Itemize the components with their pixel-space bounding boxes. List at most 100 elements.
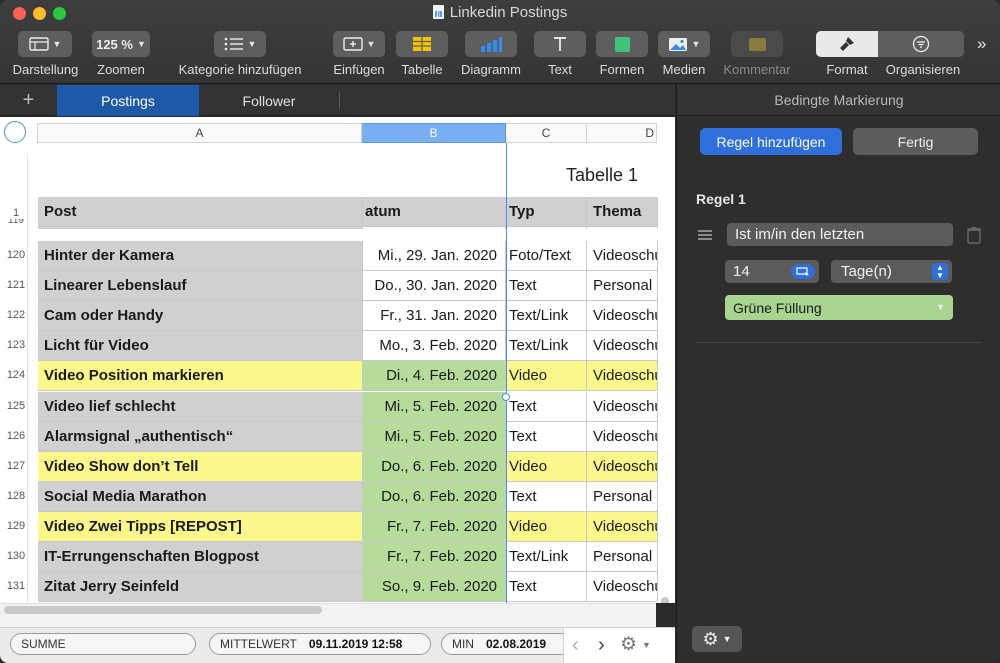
- horizontal-scrollbar[interactable]: [4, 606, 322, 614]
- header-thema[interactable]: Thema: [587, 197, 658, 227]
- cell-typ[interactable]: Text/Link: [506, 542, 587, 572]
- format-tab-button[interactable]: [816, 31, 878, 57]
- cell-post[interactable]: Social Media Marathon: [38, 481, 363, 512]
- row-header-number[interactable]: 126: [4, 430, 28, 442]
- text-button[interactable]: [534, 31, 586, 57]
- cell-datum[interactable]: Mi., 29. Jan. 2020: [363, 241, 506, 271]
- row-header-1[interactable]: 1: [4, 207, 28, 219]
- cell-thema[interactable]: Videoschu: [587, 572, 658, 603]
- zoom-select[interactable]: 125 % ▼: [92, 31, 150, 57]
- cell-typ[interactable]: Text/Link: [506, 331, 587, 362]
- column-header-a[interactable]: A: [37, 123, 362, 143]
- table-title[interactable]: Tabelle 1: [566, 165, 638, 186]
- rule-amount-field[interactable]: 14: [725, 260, 819, 283]
- cell-datum[interactable]: Do., 6. Feb. 2020: [363, 481, 506, 512]
- cell-datum[interactable]: Fr., 31. Jan. 2020: [363, 301, 506, 332]
- rule-options-button[interactable]: ⚙ ▼: [692, 626, 742, 652]
- row-header-number[interactable]: 129: [4, 520, 28, 532]
- tab-follower[interactable]: Follower: [199, 85, 339, 116]
- add-category-button[interactable]: ▼: [214, 31, 266, 57]
- min-pill[interactable]: MIN 02.08.2019: [441, 633, 571, 655]
- more-toolbar-icon[interactable]: »: [977, 34, 986, 54]
- cell-post[interactable]: Alarmsignal „authentisch“: [38, 421, 363, 452]
- row-header-number[interactable]: 122: [4, 309, 28, 321]
- row-header-number-partial[interactable]: 119: [4, 219, 28, 227]
- rule-unit-select[interactable]: Tage(n) ▲ ▼: [831, 260, 952, 283]
- row-header-number[interactable]: 127: [4, 460, 28, 472]
- cell-typ[interactable]: Foto/Text: [506, 241, 587, 271]
- cell-thema[interactable]: Videoschu: [587, 361, 658, 392]
- cell-reference-icon[interactable]: [791, 264, 815, 279]
- cell-datum[interactable]: Mo., 3. Feb. 2020: [363, 331, 506, 362]
- header-post[interactable]: Post: [38, 197, 363, 227]
- cell-typ[interactable]: Text: [506, 391, 587, 422]
- cell-post[interactable]: Licht für Video: [38, 331, 363, 362]
- cell-typ[interactable]: Video: [506, 451, 587, 482]
- row-header-number[interactable]: 123: [4, 339, 28, 351]
- cell-datum[interactable]: Mi., 5. Feb. 2020: [363, 391, 506, 422]
- cell-post[interactable]: Video Zwei Tipps [REPOST]: [38, 511, 363, 542]
- row-header-number[interactable]: 128: [4, 490, 28, 502]
- cell-thema[interactable]: Videoschu: [587, 391, 658, 422]
- cell-datum[interactable]: Mi., 5. Feb. 2020: [363, 421, 506, 452]
- cell-datum[interactable]: So., 9. Feb. 2020: [363, 572, 506, 603]
- chevron-left-icon[interactable]: ‹: [572, 634, 579, 657]
- cell-post[interactable]: Hinter der Kamera: [38, 241, 363, 271]
- row-header-number[interactable]: 124: [4, 369, 28, 381]
- trash-icon[interactable]: [966, 226, 982, 249]
- cell-thema[interactable]: Personal: [587, 271, 658, 302]
- cell-thema[interactable]: Videoschu: [587, 331, 658, 362]
- row-header-number[interactable]: 120: [4, 249, 28, 261]
- add-sheet-icon[interactable]: +: [0, 85, 57, 116]
- cell-thema[interactable]: Videoschu: [587, 421, 658, 452]
- row-header-number[interactable]: 130: [4, 550, 28, 562]
- cell-post[interactable]: Video lief schlecht: [38, 391, 363, 422]
- gear-icon[interactable]: ⚙: [620, 633, 637, 656]
- add-rule-button[interactable]: Regel hinzufügen: [700, 128, 842, 155]
- column-header-d[interactable]: D: [587, 123, 657, 143]
- cell-post[interactable]: Zitat Jerry Seinfeld: [38, 572, 363, 603]
- tab-postings[interactable]: Postings: [57, 85, 199, 116]
- drag-handle-icon[interactable]: [698, 230, 712, 240]
- view-button[interactable]: ▼: [18, 31, 72, 57]
- cell-datum[interactable]: Fr., 7. Feb. 2020: [363, 542, 506, 572]
- chevron-right-icon[interactable]: ›: [598, 634, 605, 657]
- column-header-b[interactable]: B: [362, 123, 506, 143]
- cell-thema[interactable]: Videoschu: [587, 241, 658, 271]
- row-header-number[interactable]: 131: [4, 580, 28, 592]
- organize-tab-button[interactable]: [878, 31, 964, 57]
- cell-post[interactable]: IT-Errungenschaften Blogpost: [38, 542, 363, 572]
- cell-typ[interactable]: Video: [506, 511, 587, 542]
- cell-post[interactable]: Video Position markieren: [38, 361, 363, 392]
- cell-datum[interactable]: Do., 6. Feb. 2020: [363, 451, 506, 482]
- column-header-c[interactable]: C: [506, 123, 587, 143]
- cell-datum[interactable]: Do., 30. Jan. 2020: [363, 271, 506, 302]
- comment-button[interactable]: [731, 31, 783, 57]
- spreadsheet-canvas[interactable]: A B C D Tabelle 1 1 Themenvorschläge Di.…: [0, 117, 675, 627]
- cell-thema[interactable]: Videoschu: [587, 301, 658, 332]
- chevron-down-icon[interactable]: ▼: [642, 640, 651, 650]
- cell-post[interactable]: Video Show don’t Tell: [38, 451, 363, 482]
- cell-datum[interactable]: Di., 4. Feb. 2020: [363, 361, 506, 392]
- table-button[interactable]: [396, 31, 448, 57]
- sum-pill[interactable]: SUMME: [10, 633, 196, 655]
- rule-condition-field[interactable]: Ist im/in den letzten: [727, 223, 953, 246]
- cell-datum[interactable]: Fr., 7. Feb. 2020: [363, 511, 506, 542]
- average-pill[interactable]: MITTELWERT 09.11.2019 12:58: [209, 633, 431, 655]
- cell-thema[interactable]: Personal: [587, 481, 658, 512]
- cell-typ[interactable]: Text/Link: [506, 301, 587, 332]
- header-datum[interactable]: atum: [363, 197, 506, 227]
- row-header-number[interactable]: 125: [4, 400, 28, 412]
- row-header-number[interactable]: 121: [4, 279, 28, 291]
- select-table-circle-icon[interactable]: [4, 121, 26, 143]
- media-button[interactable]: ▼: [658, 31, 710, 57]
- cell-thema[interactable]: Videoschu: [587, 511, 658, 542]
- cell-thema[interactable]: Personal: [587, 542, 658, 572]
- insert-button[interactable]: ▼: [333, 31, 385, 57]
- done-button[interactable]: Fertig: [853, 128, 978, 155]
- cell-post[interactable]: Cam oder Handy: [38, 301, 363, 332]
- selection-handle[interactable]: [502, 393, 510, 401]
- cell-thema[interactable]: Videoschu: [587, 451, 658, 482]
- cell-typ[interactable]: Text: [506, 421, 587, 452]
- cell-typ[interactable]: Text: [506, 481, 587, 512]
